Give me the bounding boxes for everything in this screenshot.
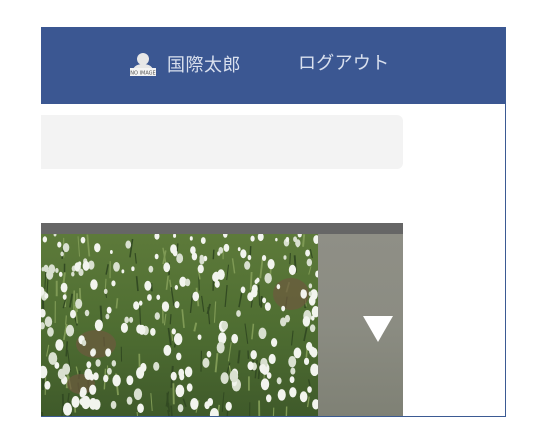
slide-image-snowdrops[interactable] <box>41 234 318 416</box>
avatar-caption: NO IMAGE <box>130 71 155 77</box>
top-header: NO IMAGE 国際太郎 ログアウト <box>41 27 505 104</box>
no-image-avatar-icon: NO IMAGE <box>129 51 157 77</box>
search-bar[interactable] <box>41 115 403 169</box>
image-carousel <box>41 223 403 416</box>
user-profile-link[interactable]: NO IMAGE 国際太郎 <box>129 50 241 78</box>
triangle-down-icon[interactable] <box>363 316 393 342</box>
user-name[interactable]: 国際太郎 <box>167 51 241 77</box>
app-window: NO IMAGE 国際太郎 ログアウト <box>41 27 506 417</box>
logout-link[interactable]: ログアウト <box>298 50 390 78</box>
